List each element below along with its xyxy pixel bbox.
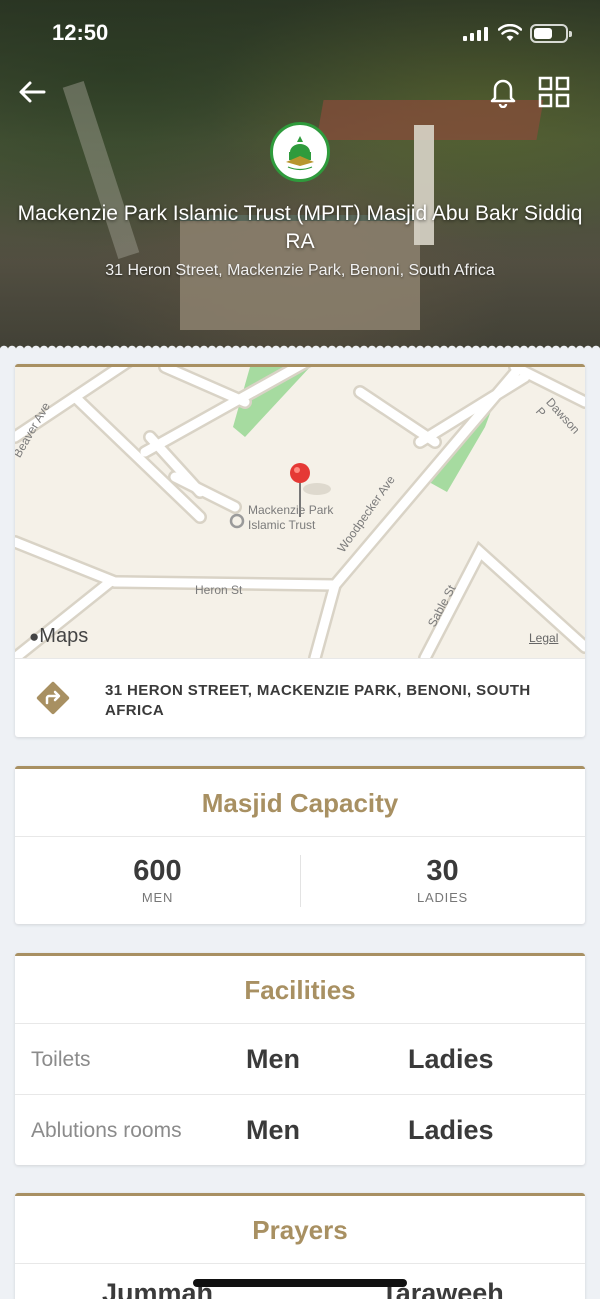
facility-ladies: Ladies bbox=[408, 1044, 494, 1074]
masjid-logo bbox=[270, 122, 330, 182]
banner-scallop-edge bbox=[0, 342, 600, 350]
signal-icon bbox=[463, 27, 488, 41]
facilities-card: Facilities Toilets Men Ladies Ablutions … bbox=[15, 953, 585, 1165]
map-poi-label: Mackenzie Park Islamic Trust bbox=[248, 503, 334, 532]
status-bar: 12:50 bbox=[0, 0, 600, 66]
apple-logo-icon: ● bbox=[29, 627, 40, 646]
capacity-men: 600 MEN bbox=[15, 837, 300, 905]
maps-brand: ●Maps bbox=[29, 625, 88, 648]
battery-icon bbox=[530, 24, 572, 43]
facility-row: Ablutions rooms Men Ladies bbox=[15, 1095, 585, 1165]
map-card: Mackenzie Park Islamic Trust Beaver Ave … bbox=[15, 364, 585, 737]
facility-ladies: Ladies bbox=[408, 1115, 494, 1145]
bell-icon[interactable] bbox=[486, 74, 520, 108]
facility-name: Ablutions rooms bbox=[31, 1119, 182, 1142]
map-legal-link[interactable]: Legal bbox=[529, 631, 558, 645]
capacity-men-value: 600 bbox=[133, 855, 182, 887]
grid-menu-icon[interactable] bbox=[538, 76, 570, 108]
wifi-icon bbox=[498, 24, 522, 41]
maps-brand-label: Maps bbox=[39, 625, 89, 647]
capacity-men-label: MEN bbox=[141, 890, 174, 905]
prayers-title: Prayers bbox=[15, 1196, 585, 1264]
facility-name: Toilets bbox=[31, 1048, 91, 1071]
facility-men: Men bbox=[246, 1115, 300, 1145]
capacity-ladies: 30 LADIES bbox=[300, 837, 585, 905]
directions-row[interactable]: 31 HERON STREET, MACKENZIE PARK, BENONI,… bbox=[15, 658, 585, 737]
capacity-row: 600 MEN 30 LADIES bbox=[15, 837, 585, 923]
directions-address: 31 HERON STREET, MACKENZIE PARK, BENONI,… bbox=[105, 682, 531, 719]
capacity-ladies-value: 30 bbox=[426, 855, 459, 887]
mosque-logo-icon bbox=[286, 136, 314, 171]
masjid-address: 31 Heron Street, Mackenzie Park, Benoni,… bbox=[105, 262, 495, 279]
map-view[interactable]: Mackenzie Park Islamic Trust Beaver Ave … bbox=[15, 367, 585, 658]
home-indicator[interactable] bbox=[193, 1279, 407, 1287]
capacity-card: Masjid Capacity 600 MEN 30 LADIES bbox=[15, 766, 585, 924]
facilities-title: Facilities bbox=[15, 956, 585, 1024]
facility-men: Men bbox=[246, 1044, 300, 1074]
facility-row: Toilets Men Ladies bbox=[15, 1024, 585, 1095]
directions-icon[interactable] bbox=[33, 678, 73, 718]
status-time: 12:50 bbox=[52, 20, 109, 45]
masjid-title: Mackenzie Park Islamic Trust (MPIT) Masj… bbox=[17, 202, 583, 253]
capacity-title: Masjid Capacity bbox=[15, 769, 585, 837]
back-arrow-icon[interactable] bbox=[16, 76, 48, 108]
capacity-ladies-label: LADIES bbox=[416, 890, 469, 905]
map-street-label: Heron St bbox=[195, 583, 243, 597]
